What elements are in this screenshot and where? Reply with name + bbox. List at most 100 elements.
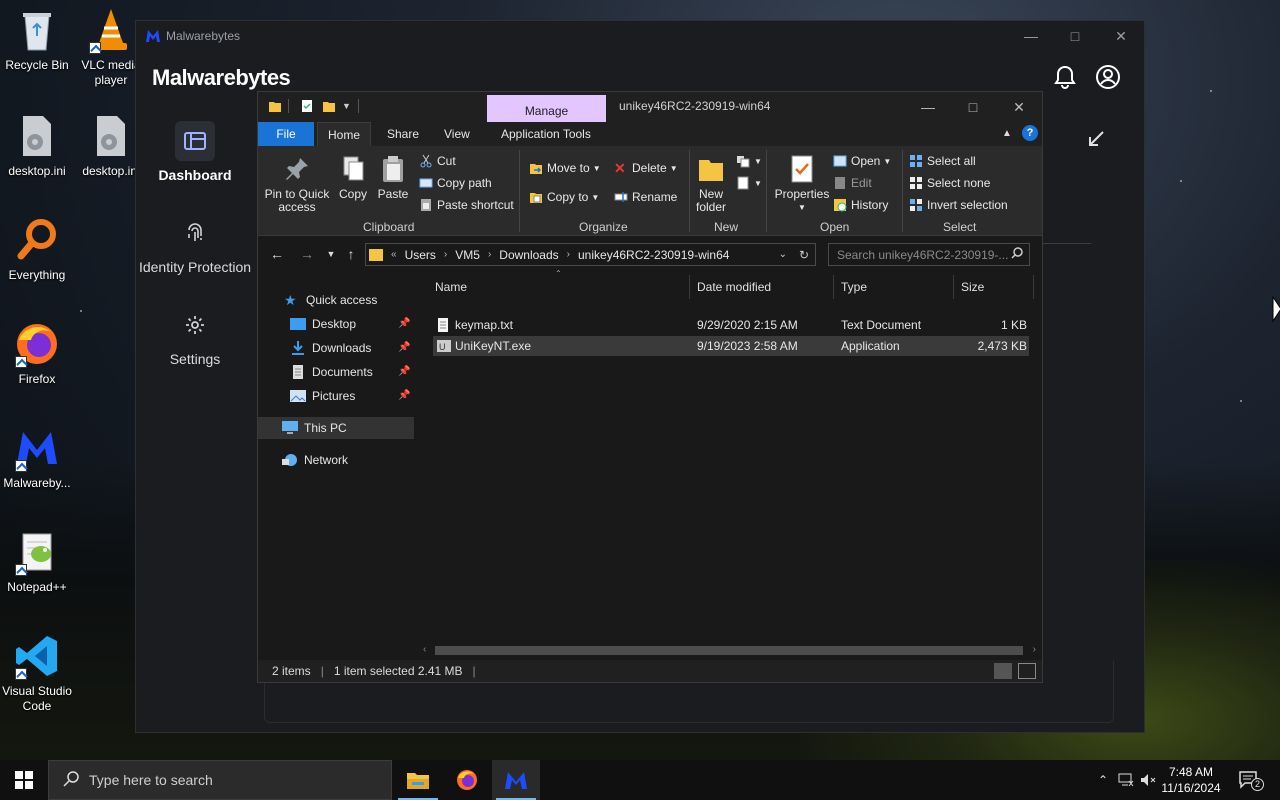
easy-access-button[interactable]: ▼ [736,174,762,192]
properties-button[interactable]: Properties ▼ [772,154,832,214]
pin-to-quick-access-button[interactable]: Pin to Quick access [264,154,330,214]
nav-documents[interactable]: Documents 📌 [258,361,414,383]
forward-arrow-icon[interactable]: → [298,245,316,263]
nav-quick-access[interactable]: ★ Quick access [258,289,414,311]
dropdown-arrow-icon: ▼ [798,203,806,212]
delete-button[interactable]: ✕ Delete ▼ [614,159,678,177]
desktop-icon-recycle-bin[interactable]: Recycle Bin [0,6,74,73]
customize-quick-access-icon[interactable]: ▼ [342,101,356,115]
move-to-button[interactable]: Move to ▼ [529,159,601,177]
select-none-button[interactable]: Select none [909,174,990,192]
minimize-button[interactable]: — [905,92,951,122]
tab-home[interactable]: Home [317,122,372,146]
nav-downloads[interactable]: Downloads 📌 [258,337,414,359]
large-icons-view-icon[interactable] [1018,663,1036,679]
status-bar: 2 items | 1 item selected 2.41 MB | [258,660,1042,682]
scroll-left-icon[interactable]: ‹ [423,644,426,655]
history-button[interactable]: History [833,196,888,214]
nav-settings[interactable]: Settings [136,305,254,369]
breadcrumb-current-folder[interactable]: unikey46RC2-230919-win64 [578,248,729,262]
search-input[interactable]: Search unikey46RC2-230919-... [828,243,1030,266]
address-bar[interactable]: « Users › VM5 › Downloads › unikey46RC2-230… [365,243,816,266]
taskbar-search-box[interactable]: Type here to search [48,760,392,800]
scrollbar-thumb[interactable] [435,646,1023,655]
breadcrumb-users[interactable]: Users [405,248,436,262]
maximize-button[interactable]: □ [950,92,996,122]
show-hidden-icons-chevron[interactable]: ⌃ [1094,760,1112,800]
nav-desktop[interactable]: Desktop 📌 [258,313,414,335]
taskbar-file-explorer[interactable] [394,760,442,800]
nav-this-pc[interactable]: This PC [258,417,414,439]
close-button[interactable]: ✕ [1098,21,1144,51]
file-row-keymap[interactable]: keymap.txt 9/29/2020 2:15 AM Text Docume… [433,315,1029,335]
file-date: 9/19/2023 2:58 AM [697,339,798,353]
settings-file-icon [13,112,61,160]
new-item-button[interactable]: ▼ [736,152,762,170]
vlc-cone-icon [87,6,135,54]
file-row-unikeynt[interactable]: U UniKeyNT.exe 9/19/2023 2:58 AM Applica… [433,336,1029,356]
network-tray-icon[interactable] [1116,760,1136,800]
desktop-icon-vscode[interactable]: Visual Studio Code [0,632,74,714]
column-header-size[interactable]: Size [954,275,1034,299]
breadcrumb-downloads[interactable]: Downloads [499,248,558,262]
maximize-button[interactable]: □ [1052,21,1098,51]
breadcrumb-vm5[interactable]: VM5 [455,248,480,262]
desktop-icon-malwarebytes[interactable]: Malwareby... [0,424,74,491]
recent-locations-chevron-icon[interactable]: ▼ [322,245,340,263]
nav-identity-protection[interactable]: Identity Protection [136,213,254,277]
action-center-button[interactable]: 2 [1234,760,1264,800]
desktop-icon-everything[interactable]: Everything [0,216,74,283]
pin-icon: 📌 [398,390,411,401]
column-header-name[interactable]: Name [428,275,690,299]
tab-view[interactable]: View [434,122,480,146]
tab-file[interactable]: File [258,122,314,146]
details-view-icon[interactable] [994,663,1012,679]
paste-shortcut-button[interactable]: Paste shortcut [419,196,514,214]
copy-button[interactable]: Copy [336,154,370,201]
tab-share[interactable]: Share [377,122,429,146]
nav-network[interactable]: Network [258,449,414,471]
taskbar-clock[interactable]: 7:48 AM 11/16/2024 [1160,764,1222,796]
horizontal-scrollbar[interactable]: ‹ › [417,642,1042,659]
refresh-icon[interactable]: ↻ [799,248,809,262]
star [1240,400,1242,402]
column-header-date[interactable]: Date modified [690,275,834,299]
new-folder-quick-icon[interactable] [322,99,336,113]
invert-selection-button[interactable]: Invert selection [909,196,1008,214]
desktop-icon-notepad-plus-plus[interactable]: Notepad++ [0,528,74,595]
tab-manage[interactable]: Manage [487,95,606,122]
properties-quick-icon[interactable] [300,99,314,113]
notifications-bell-icon[interactable] [1052,64,1078,90]
up-arrow-icon[interactable]: ↑ [342,245,360,263]
new-folder-button[interactable]: New folder [694,154,728,214]
desktop-icon-desktop-ini[interactable]: desktop.ini [0,112,74,179]
taskbar-firefox[interactable] [443,760,491,800]
tab-application-tools[interactable]: Application Tools [491,122,601,146]
nav-pictures[interactable]: Pictures 📌 [258,385,414,407]
copy-to-button[interactable]: Copy to ▼ [529,188,599,206]
collapse-arrow-icon[interactable] [1086,129,1106,149]
taskbar-malwarebytes[interactable] [492,760,540,800]
copy-path-button[interactable]: Copy path [419,174,492,192]
volume-muted-icon[interactable] [1138,760,1158,800]
select-all-button[interactable]: Select all [909,152,976,170]
cut-button[interactable]: Cut [419,152,456,170]
navigation-pane: ★ Quick access Desktop 📌 Downloads 📌 Doc… [258,272,416,660]
address-dropdown-icon[interactable]: ⌄ [779,249,787,260]
close-button[interactable]: ✕ [996,92,1042,122]
nav-dashboard[interactable]: Dashboard [136,121,254,185]
collapse-ribbon-icon[interactable]: ▲ [1002,128,1012,139]
edit-button[interactable]: Edit [833,174,872,192]
start-button[interactable] [0,760,48,800]
malwarebytes-titlebar: Malwarebytes — □ ✕ [136,21,1144,51]
desktop-icon-firefox[interactable]: Firefox [0,320,74,387]
open-button[interactable]: Open ▼ [833,152,891,170]
paste-button[interactable]: Paste [376,154,410,201]
minimize-button[interactable]: — [1008,21,1054,51]
column-header-type[interactable]: Type [834,275,954,299]
back-arrow-icon[interactable]: ← [268,245,286,263]
account-user-icon[interactable] [1095,64,1121,90]
rename-button[interactable]: Rename [614,188,677,206]
scroll-right-icon[interactable]: › [1033,644,1036,655]
help-icon[interactable]: ? [1022,125,1038,141]
